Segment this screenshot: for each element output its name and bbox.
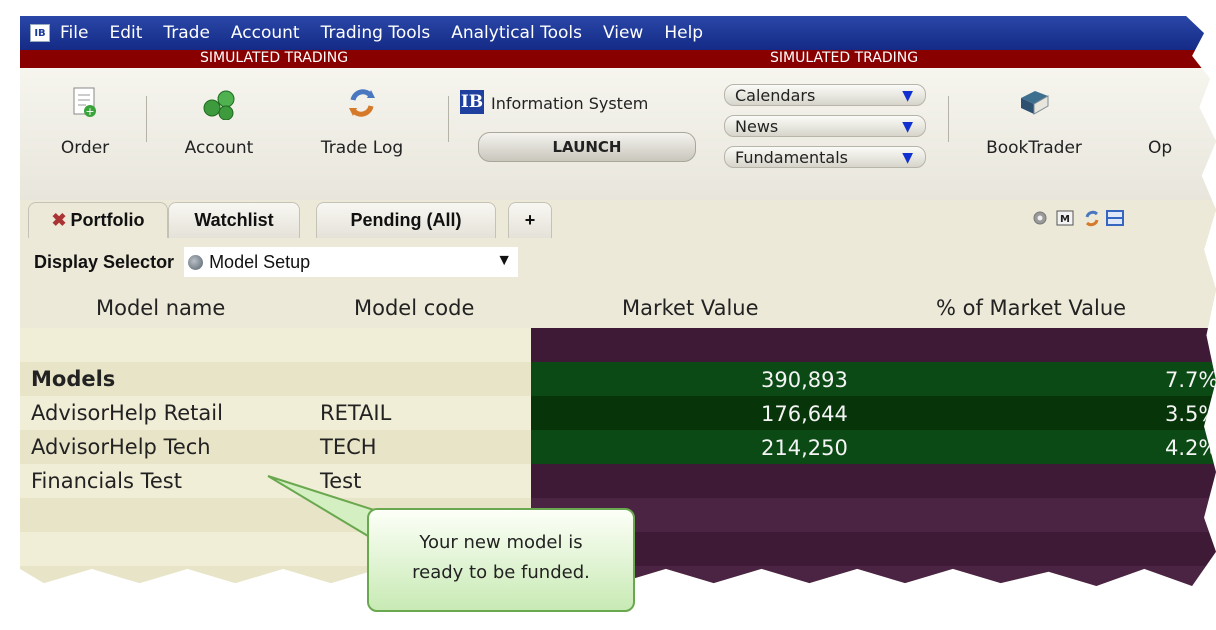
tab-strip: ✖ Portfolio Watchlist Pending (All) + M [20,200,1216,242]
ib-logo-icon: IB [460,90,484,114]
options-label: Op [1148,138,1173,158]
menu-trading-tools[interactable]: Trading Tools [321,23,431,43]
model-code: TECH [320,435,377,459]
display-selector-dropdown[interactable]: Model Setup ▼ [184,247,519,277]
tab-pending[interactable]: Pending (All) [316,202,496,238]
close-icon[interactable]: ✖ [51,210,66,231]
banner-text-left: SIMULATED TRADING [200,50,349,66]
svg-text:+: + [85,105,94,118]
trade-log-label: Trade Log [320,138,404,158]
account-icon [203,90,235,120]
information-system-label: Information System [491,94,649,113]
account-button[interactable]: Account [172,86,266,158]
menu-help[interactable]: Help [664,23,703,43]
order-icon: + [73,87,96,118]
model-name: AdvisorHelp Retail [31,401,223,425]
column-model-name[interactable]: Model name [96,296,225,320]
model-name: Financials Test [31,469,182,493]
news-dropdown[interactable]: News ▼ [724,115,926,137]
globe-icon [188,254,204,270]
menu-analytical-tools[interactable]: Analytical Tools [451,23,582,43]
booktrader-label: BookTrader [986,138,1082,158]
table-row[interactable]: AdvisorHelp Retail RETAIL 176,644 3.5% [20,396,1216,430]
trade-log-icon [349,89,375,117]
link-icon[interactable] [1082,208,1102,228]
model-name: Models [31,367,116,391]
chevron-down-icon: ▼ [902,88,913,104]
news-label: News [735,116,779,136]
callout-line-1: Your new model is [419,532,583,553]
pct-market-value: 7.7% [1165,368,1216,392]
fundamentals-dropdown[interactable]: Fundamentals ▼ [724,146,926,168]
toolbar-separator [448,96,449,142]
column-model-code[interactable]: Model code [354,296,474,320]
table-row[interactable]: Financials Test Test [20,464,1216,498]
menu-file[interactable]: File [60,23,88,43]
table-row[interactable] [20,328,1216,362]
launch-button[interactable]: LAUNCH [478,132,696,162]
app-icon: IB [30,24,50,42]
chevron-down-icon: ▼ [902,150,913,166]
booktrader-button[interactable]: BookTrader [974,86,1094,158]
menu-edit[interactable]: Edit [109,23,142,43]
market-value: 214,250 [761,436,848,460]
order-button[interactable]: + Order [50,86,120,158]
market-value: 390,893 [761,368,848,392]
menu-bar: IB File Edit Trade Account Trading Tools… [20,16,1216,50]
callout-tooltip: Your new model is ready to be funded. [367,508,635,612]
display-selector-row: Display Selector Model Setup ▼ [20,242,1216,282]
display-selector-value: Model Setup [209,251,311,272]
order-label: Order [60,138,110,158]
table-row[interactable]: AdvisorHelp Tech TECH 214,250 4.2% [20,430,1216,464]
chevron-down-icon: ▼ [496,252,513,269]
toolbar-separator [948,96,949,142]
circle-icon[interactable] [1032,210,1048,226]
menu-account[interactable]: Account [231,23,300,43]
market-value: 176,644 [761,402,848,426]
add-tab-button[interactable]: + [508,202,552,238]
pct-market-value: 3.5% [1165,402,1216,426]
display-selector-label: Display Selector [34,251,175,272]
callout-line-2: ready to be funded. [412,562,590,583]
tab-pending-label: Pending (All) [350,210,462,230]
trade-log-button[interactable]: Trade Log [304,86,420,158]
spacer [1168,86,1169,120]
layout-icon[interactable] [1106,209,1124,227]
monitor-icon[interactable]: M [1056,209,1074,227]
column-market-value[interactable]: Market Value [622,296,759,320]
tab-portfolio[interactable]: ✖ Portfolio [28,202,168,238]
plus-icon: + [524,210,536,230]
book-icon [1021,91,1049,115]
column-pct-market-value[interactable]: % of Market Value [936,296,1126,320]
tab-watchlist-label: Watchlist [194,210,274,230]
svg-text:M: M [1060,214,1070,225]
simulated-trading-banner: SIMULATED TRADING SIMULATED TRADING [20,50,1216,68]
pct-market-value: 4.2% [1165,436,1216,460]
model-name: AdvisorHelp Tech [31,435,211,459]
model-code: RETAIL [320,401,392,425]
chevron-down-icon: ▼ [902,119,913,135]
options-button-partial[interactable]: Op [1148,86,1188,158]
toolbar: + Order Account Trade Log IB Information… [20,68,1216,200]
banner-text-right: SIMULATED TRADING [770,50,919,66]
table-row[interactable]: Models 390,893 7.7% [20,362,1216,396]
tab-watchlist[interactable]: Watchlist [168,202,300,238]
toolbar-separator [146,96,147,142]
menu-trade[interactable]: Trade [163,23,210,43]
menu-view[interactable]: View [603,23,643,43]
trader-workstation-window: IB File Edit Trade Account Trading Tools… [20,16,1216,586]
calendars-label: Calendars [735,85,816,105]
account-label: Account [184,138,254,158]
tab-portfolio-label: Portfolio [70,210,145,230]
calendars-dropdown[interactable]: Calendars ▼ [724,84,926,106]
fundamentals-label: Fundamentals [735,147,848,167]
table-header: Model name Model code Market Value % of … [20,282,1216,328]
